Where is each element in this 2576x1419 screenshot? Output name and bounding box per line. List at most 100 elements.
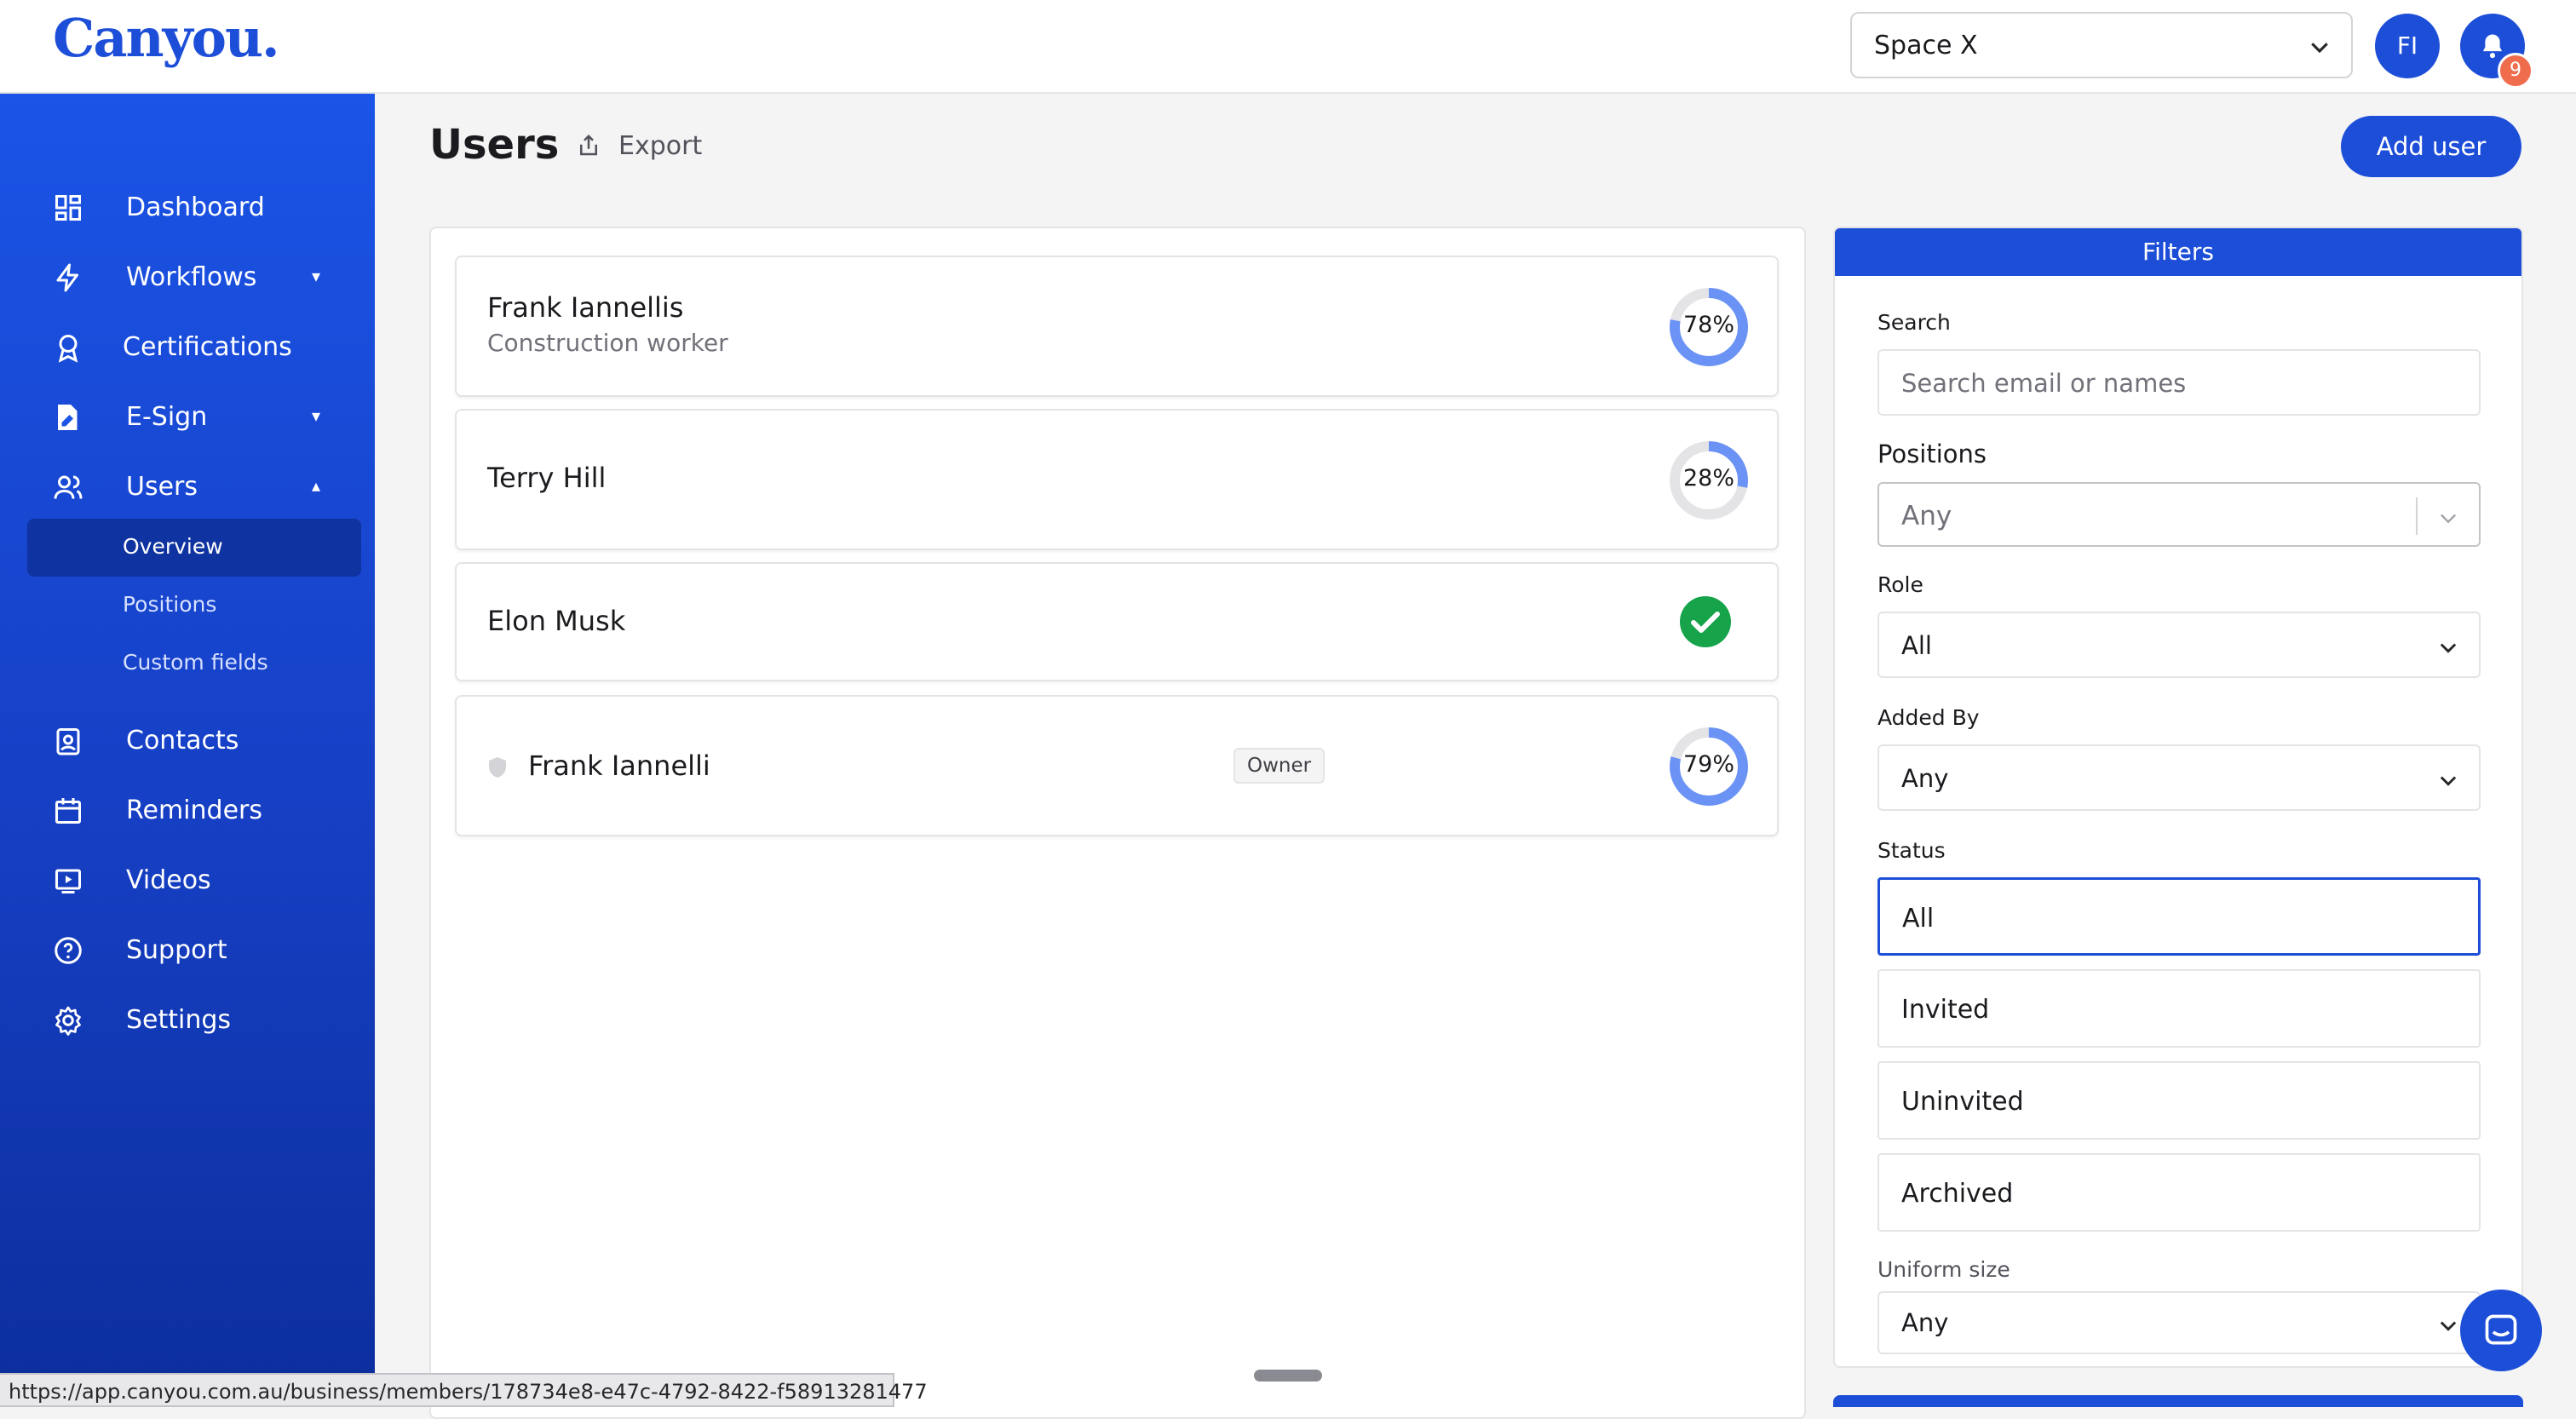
caret-down-icon: ▾	[312, 266, 321, 286]
status-option-label: Invited	[1901, 995, 1990, 1025]
bell-icon	[2482, 34, 2503, 59]
sidebar-item-label: Certifications	[123, 332, 292, 362]
added-by-label: Added By	[1877, 705, 1980, 730]
sidebar-subitem-label: Positions	[123, 592, 217, 617]
user-name: Frank Iannellis	[487, 291, 684, 324]
sidebar-item-support[interactable]: Support	[0, 920, 375, 980]
status-bar-url-text: https://app.canyou.com.au/business/membe…	[9, 1380, 928, 1404]
user-card[interactable]: Frank Iannelli Owner 79%	[455, 695, 1779, 836]
user-name: Frank Iannelli	[528, 750, 710, 782]
sidebar-subitem-label: Custom fields	[123, 650, 268, 675]
added-by-value: Any	[1901, 764, 1949, 793]
chat-icon	[2485, 1314, 2517, 1345]
user-name: Elon Musk	[487, 605, 626, 637]
chevron-down-icon	[2440, 776, 2457, 786]
check-circle-icon	[1680, 596, 1731, 647]
sidebar-item-esign[interactable]: E-Sign ▾	[0, 387, 375, 446]
status-option-archived[interactable]: Archived	[1877, 1153, 2481, 1232]
status-option-all[interactable]: All	[1877, 877, 2481, 956]
status-option-label: Archived	[1901, 1179, 2014, 1209]
owner-badge: Owner	[1233, 748, 1325, 784]
users-icon	[54, 475, 83, 499]
sidebar-item-label: Support	[126, 935, 227, 965]
sidebar-subitem-positions[interactable]: Positions	[27, 577, 361, 635]
user-card[interactable]: Frank Iannellis Construction worker 78%	[455, 256, 1779, 397]
add-user-button[interactable]: Add user	[2341, 116, 2521, 177]
chevron-down-icon	[2440, 1321, 2457, 1331]
gear-icon	[55, 1006, 81, 1036]
uniform-size-value: Any	[1901, 1308, 1949, 1337]
uniform-size-select[interactable]: Any	[1877, 1291, 2481, 1354]
search-input[interactable]: Search email or names	[1877, 349, 2481, 416]
added-by-select[interactable]: Any	[1877, 744, 2481, 811]
chat-launcher-button[interactable]	[2460, 1290, 2542, 1371]
help-icon	[55, 937, 82, 964]
contact-card-icon	[56, 728, 80, 755]
sidebar-item-dashboard[interactable]: Dashboard	[0, 177, 375, 237]
space-selector[interactable]: Space X	[1850, 12, 2353, 78]
user-position: Construction worker	[487, 329, 728, 357]
signature-icon	[58, 405, 78, 430]
user-avatar[interactable]: FI	[2375, 14, 2440, 78]
award-icon	[58, 335, 78, 363]
calendar-icon	[55, 798, 81, 824]
progress-percent: 28%	[1682, 465, 1734, 491]
chevron-down-icon	[2311, 43, 2328, 54]
sidebar-item-certifications[interactable]: Certifications	[0, 317, 375, 376]
status-label: Status	[1877, 838, 1946, 863]
chevron-down-icon	[2440, 643, 2457, 653]
status-bar-url: https://app.canyou.com.au/business/membe…	[0, 1373, 928, 1407]
sidebar-subitem-overview[interactable]: Overview	[27, 519, 361, 577]
status-option-invited[interactable]: Invited	[1877, 969, 2481, 1048]
video-icon	[55, 869, 81, 893]
progress-percent: 78%	[1682, 312, 1734, 338]
shield-icon	[489, 757, 506, 778]
scroll-handle[interactable]	[1254, 1370, 1322, 1382]
user-card[interactable]: Terry Hill 28%	[455, 409, 1779, 550]
sidebar-item-label: Users	[126, 472, 198, 502]
sidebar-item-label: Dashboard	[126, 192, 265, 222]
chevron-down-icon	[2441, 514, 2456, 524]
uniform-size-label: Uniform size	[1877, 1257, 2010, 1282]
role-value: All	[1901, 631, 1932, 660]
sidebar-item-contacts[interactable]: Contacts	[0, 710, 375, 770]
positions-value: Any	[1901, 501, 1952, 531]
lightning-icon	[56, 263, 78, 292]
positions-label: Positions	[1877, 439, 1987, 468]
sidebar-item-workflows[interactable]: Workflows ▾	[0, 247, 375, 307]
top-bar: Canyou. Space X FI 9	[0, 0, 2576, 94]
filters-panel: Filters Search Search email or names Pos…	[1833, 227, 2523, 1368]
user-card[interactable]: Elon Musk	[455, 562, 1779, 681]
sidebar-item-reminders[interactable]: Reminders	[0, 780, 375, 840]
next-panel-header	[1833, 1395, 2523, 1407]
sidebar-item-label: E-Sign	[126, 402, 208, 432]
select-separator	[2416, 497, 2418, 535]
caret-up-icon: ▴	[312, 475, 321, 496]
search-label: Search	[1877, 310, 1951, 335]
positions-select[interactable]: Any	[1877, 482, 2481, 547]
export-icon	[580, 134, 597, 156]
space-selector-value: Space X	[1874, 31, 1978, 60]
canyou-logo[interactable]: Canyou.	[53, 7, 280, 69]
notification-count-badge: 9	[2498, 53, 2533, 89]
sidebar-item-label: Settings	[126, 1005, 232, 1035]
sidebar-item-users[interactable]: Users ▴	[0, 457, 375, 516]
role-label: Role	[1877, 572, 1923, 597]
sidebar-item-label: Workflows	[126, 262, 257, 292]
sidebar-item-label: Reminders	[126, 796, 262, 825]
role-select[interactable]: All	[1877, 612, 2481, 678]
user-name: Terry Hill	[487, 462, 607, 494]
sidebar-subitem-custom-fields[interactable]: Custom fields	[27, 635, 361, 692]
filters-title: Filters	[1835, 228, 2521, 276]
status-option-uninvited[interactable]: Uninvited	[1877, 1061, 2481, 1140]
status-option-label: Uninvited	[1901, 1087, 2024, 1117]
page-title: Users	[429, 121, 560, 169]
sidebar-item-label: Videos	[126, 865, 211, 895]
status-option-label: All	[1902, 904, 1935, 934]
sidebar-subitem-label: Overview	[123, 534, 223, 559]
sidebar-item-videos[interactable]: Videos	[0, 850, 375, 910]
sidebar: Dashboard Workflows ▾ Certifications E-S…	[0, 94, 375, 1407]
sidebar-item-settings[interactable]: Settings	[0, 990, 375, 1049]
progress-percent: 79%	[1682, 751, 1734, 778]
sidebar-item-label: Contacts	[126, 726, 239, 755]
